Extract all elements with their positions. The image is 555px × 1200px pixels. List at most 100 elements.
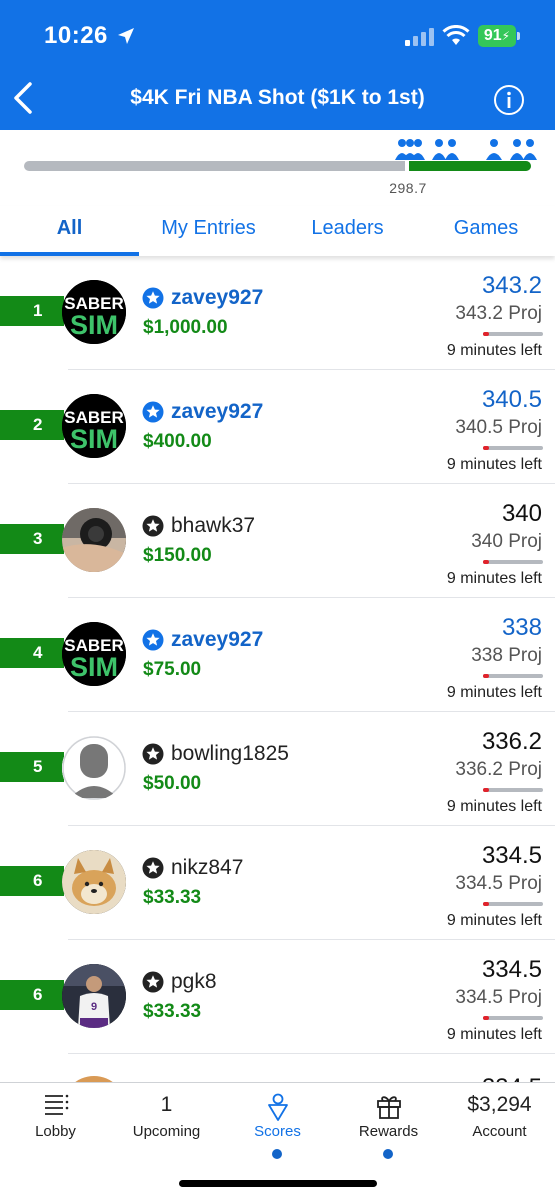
- tab-all[interactable]: All: [0, 206, 139, 256]
- tab-games[interactable]: Games: [417, 206, 555, 256]
- entrants-pair-icon: [509, 138, 539, 167]
- partial-score: 334.5: [482, 1074, 542, 1082]
- gift-icon: [333, 1093, 444, 1123]
- star-badge-icon: [142, 515, 164, 542]
- tab-leaders[interactable]: Leaders: [278, 206, 417, 256]
- time-remaining: 9 minutes left: [446, 1026, 542, 1043]
- projected-score: 343.2 Proj: [455, 303, 542, 324]
- avatar: SABER SIM: [62, 622, 126, 686]
- prize-amount: $33.33: [143, 1001, 202, 1022]
- entry-score: 338: [501, 614, 542, 641]
- time-progress-fill: [483, 332, 489, 336]
- username[interactable]: zavey927: [171, 286, 263, 310]
- account-balance: $3,294: [467, 1093, 532, 1116]
- avatar: SABER SIM: [62, 280, 126, 344]
- partial-next-row: 334.5: [0, 1050, 555, 1082]
- avatar: [62, 508, 126, 572]
- location-arrow-icon: [116, 26, 136, 51]
- leaderboard-row[interactable]: 2 SABER SIM zavey927 $400.00 340.5 340.5 Proj 9…: [0, 370, 555, 484]
- time-progress-fill: [483, 788, 489, 792]
- projected-score: 338 Proj: [471, 645, 542, 666]
- prize-amount: $150.00: [143, 545, 212, 566]
- nav-upcoming[interactable]: 1 Upcoming: [111, 1083, 222, 1163]
- scores-notification-dot: [272, 1149, 282, 1159]
- star-badge-icon: [142, 857, 164, 884]
- time-remaining: 9 minutes left: [446, 684, 542, 701]
- rank-badge: 4: [0, 638, 64, 668]
- prize-amount: $400.00: [143, 431, 212, 452]
- star-badge-icon: [142, 743, 164, 770]
- battery-indicator: 91⚡: [478, 25, 516, 47]
- leaderboard-row[interactable]: 1 SABER SIM zavey927 $1,000.00 343.2 343.2 Pro…: [0, 256, 555, 370]
- time-remaining: 9 minutes left: [446, 912, 542, 929]
- time-progress-fill: [483, 902, 489, 906]
- entrant-single-icon: [484, 138, 504, 167]
- avatar: SABER SIM: [62, 394, 126, 458]
- entry-score: 336.2: [481, 728, 542, 755]
- star-badge-icon: [142, 287, 164, 314]
- time-progress-track: [483, 674, 543, 678]
- rank-badge: 2: [0, 410, 64, 440]
- leaderboard-row[interactable]: 3 bhawk37 $150.00 340 340 Proj 9 minutes left: [0, 484, 555, 598]
- info-icon[interactable]: [493, 84, 525, 121]
- payout-progress: [0, 130, 555, 202]
- rank-badge: 1: [0, 296, 64, 326]
- time-progress-track: [483, 1016, 543, 1020]
- leaderboard-row[interactable]: 6 9 pgk8 $33.33 334.5 334.5 Proj 9 minutes lef…: [0, 940, 555, 1054]
- home-indicator: [179, 1180, 377, 1187]
- back-chevron-icon[interactable]: [10, 80, 36, 121]
- time-progress-track: [483, 560, 543, 564]
- entry-score: 343.2: [481, 272, 542, 299]
- leaderboard-row[interactable]: 5 bowling1825 $50.00 336.2 336.2 Proj 9 minut…: [0, 712, 555, 826]
- entrants-pair-icon: [431, 138, 461, 167]
- username[interactable]: nikz847: [171, 856, 243, 880]
- cellular-signal-icon: [405, 28, 435, 51]
- projected-score: 340 Proj: [471, 531, 542, 552]
- username[interactable]: zavey927: [171, 628, 263, 652]
- projected-score: 340.5 Proj: [455, 417, 542, 438]
- nav-scores-label: Scores: [254, 1123, 301, 1140]
- tab-my-entries[interactable]: My Entries: [139, 206, 278, 256]
- entry-score: 334.5: [481, 842, 542, 869]
- prize-amount: $1,000.00: [143, 317, 228, 338]
- time-progress-fill: [483, 560, 489, 564]
- username[interactable]: bhawk37: [171, 514, 255, 538]
- username[interactable]: zavey927: [171, 400, 263, 424]
- status-bar: 10:26 91⚡: [0, 0, 555, 74]
- username[interactable]: pgk8: [171, 970, 217, 994]
- rank-badge: 6: [0, 980, 64, 1010]
- prize-amount: $75.00: [143, 659, 202, 680]
- time-progress-track: [483, 332, 543, 336]
- svg-text:SIM: SIM: [70, 310, 118, 340]
- avatar: [62, 736, 126, 800]
- leaderboard-row[interactable]: 6 nikz847 $33.33 334.5 334.5 Proj 9 minutes l…: [0, 826, 555, 940]
- wifi-icon: [442, 24, 470, 52]
- tab-bar: All My Entries Leaders Games: [0, 206, 555, 256]
- entry-score: 334.5: [481, 956, 542, 983]
- nav-account-label: Account: [472, 1123, 527, 1140]
- username[interactable]: bowling1825: [171, 742, 289, 766]
- time-progress-fill: [483, 1016, 489, 1020]
- time-progress-track: [483, 446, 543, 450]
- star-badge-icon: [142, 401, 164, 428]
- projected-score: 334.5 Proj: [455, 987, 542, 1008]
- contest-title: $4K Fri NBA Shot ($1K to 1st): [130, 86, 425, 109]
- nav-account[interactable]: $3,294 Account: [444, 1083, 555, 1163]
- list-icon: [0, 1093, 111, 1123]
- avatar: [62, 850, 126, 914]
- time-remaining: 9 minutes left: [446, 342, 542, 359]
- entrants-group-icon: [394, 138, 426, 167]
- time-progress-fill: [483, 446, 489, 450]
- svg-text:9: 9: [91, 1001, 97, 1013]
- battery-tip: [517, 32, 520, 40]
- nav-lobby-label: Lobby: [35, 1123, 76, 1140]
- app-header: 10:26 91⚡ $4K Fri NBA Shot ($1K to 1st): [0, 0, 555, 130]
- nav-lobby[interactable]: Lobby: [0, 1083, 111, 1163]
- projected-score: 334.5 Proj: [455, 873, 542, 894]
- nav-rewards-label: Rewards: [358, 1123, 419, 1140]
- leaderboard-row[interactable]: 4 SABER SIM zavey927 $75.00 338 338 Proj 9 minu…: [0, 598, 555, 712]
- time-progress-track: [483, 902, 543, 906]
- nav-upcoming-label: Upcoming: [132, 1123, 201, 1140]
- projected-score: 336.2 Proj: [455, 759, 542, 780]
- time-progress-fill: [483, 674, 489, 678]
